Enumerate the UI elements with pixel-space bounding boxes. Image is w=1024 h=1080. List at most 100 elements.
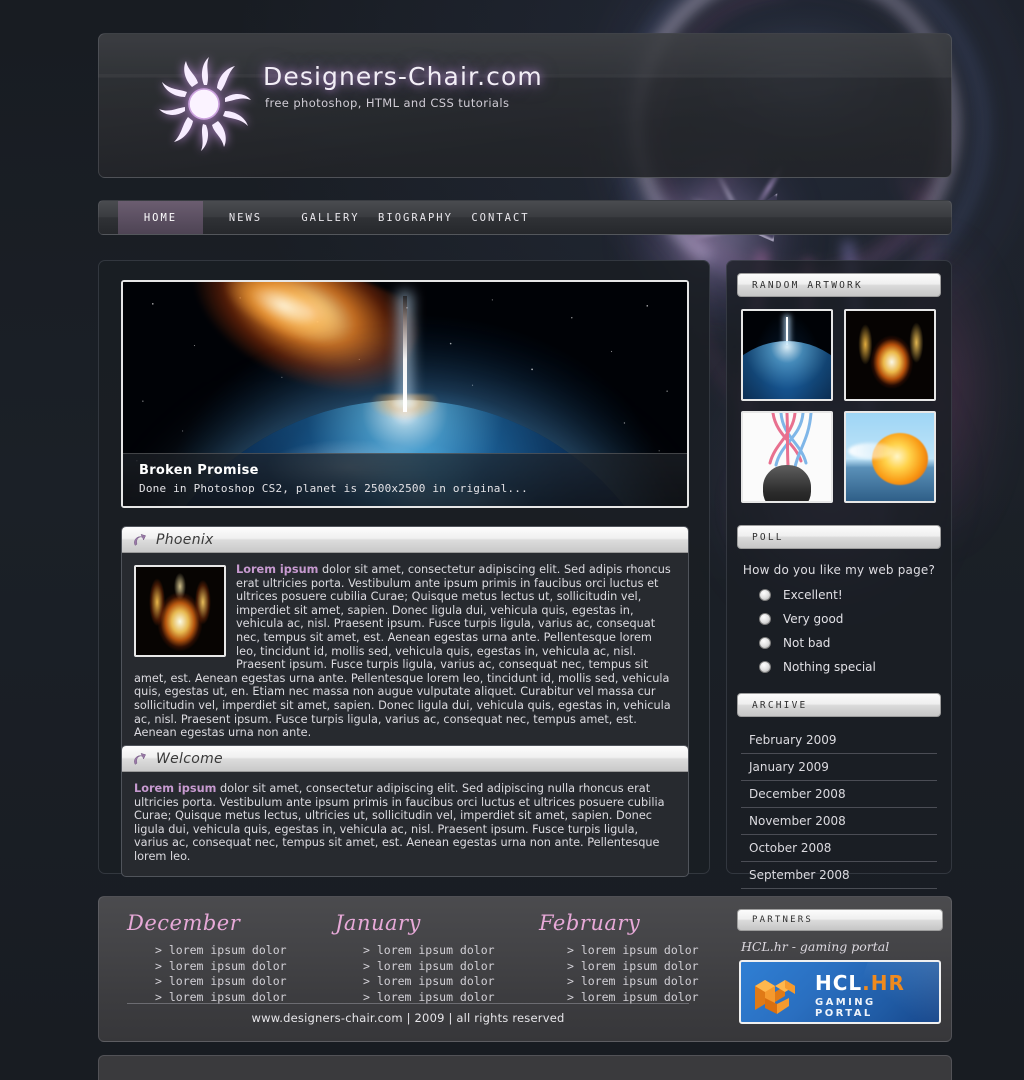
radio-icon[interactable] bbox=[759, 661, 771, 673]
footer-column-december: December > lorem ipsum dolor > lorem ips… bbox=[127, 911, 327, 1005]
footer-link[interactable]: > lorem ipsum dolor bbox=[567, 943, 739, 959]
hero-artwork[interactable]: Broken Promise Done in Photoshop CS2, pl… bbox=[121, 280, 689, 508]
random-artwork-grid bbox=[727, 297, 951, 509]
poll-option-label: Very good bbox=[783, 612, 844, 626]
archive-item[interactable]: January 2009 bbox=[741, 754, 937, 781]
radio-icon[interactable] bbox=[759, 637, 771, 649]
footer-link[interactable]: > lorem ipsum dolor bbox=[363, 943, 535, 959]
footer-link[interactable]: > lorem ipsum dolor bbox=[155, 959, 327, 975]
archive-item[interactable]: November 2008 bbox=[741, 808, 937, 835]
post-welcome-title: Welcome bbox=[156, 750, 223, 767]
banner-tld: .HR bbox=[862, 971, 905, 995]
poll-option-label: Nothing special bbox=[783, 660, 876, 674]
partners-heading: PARTNERS bbox=[737, 909, 943, 931]
footer-link[interactable]: > lorem ipsum dolor bbox=[567, 974, 739, 990]
post-phoenix-title: Phoenix bbox=[156, 531, 214, 548]
footer-column-february: February > lorem ipsum dolor > lorem ips… bbox=[539, 911, 739, 1005]
poll-option-nothing-special[interactable]: Nothing special bbox=[727, 655, 951, 679]
post-phoenix-body: Lorem ipsum dolor sit amet, consectetur … bbox=[122, 553, 688, 752]
site-tagline: free photoshop, HTML and CSS tutorials bbox=[265, 96, 510, 110]
banner-subtitle: GAMING PORTAL bbox=[815, 997, 876, 1019]
artwork-planet-body bbox=[743, 340, 831, 399]
poll-option-label: Not bad bbox=[783, 636, 831, 650]
footer-month-title: December bbox=[127, 911, 241, 935]
footer-link[interactable]: > lorem ipsum dolor bbox=[567, 959, 739, 975]
banner-title: HCL.HR bbox=[815, 973, 939, 994]
below-fold-panel bbox=[98, 1055, 952, 1080]
post-phoenix-lead: Lorem ipsum bbox=[236, 563, 319, 576]
curved-arrow-icon bbox=[134, 533, 146, 546]
footer-month-title: February bbox=[539, 911, 641, 935]
hero-beam bbox=[403, 296, 407, 412]
site-title: Designers-Chair.com bbox=[263, 62, 543, 91]
footer-link-list: > lorem ipsum dolor > lorem ipsum dolor … bbox=[155, 943, 327, 1005]
post-phoenix-thumbnail[interactable] bbox=[134, 565, 226, 657]
footer-month-title: January bbox=[335, 911, 421, 935]
phoenix-fire-image bbox=[136, 567, 224, 655]
footer-link-list: > lorem ipsum dolor > lorem ipsum dolor … bbox=[567, 943, 739, 1005]
post-phoenix-header: Phoenix bbox=[122, 527, 688, 553]
sidebar: RANDOM ARTWORK POLL How do you like my w… bbox=[726, 260, 952, 889]
artwork-jet-trail bbox=[848, 443, 894, 459]
archive-item[interactable]: September 2008 bbox=[741, 862, 937, 889]
partner-banner-hcl[interactable]: HCL.HR GAMING PORTAL bbox=[739, 960, 941, 1024]
artwork-phoenix-image bbox=[846, 311, 934, 399]
artwork-planet-image bbox=[743, 311, 831, 399]
curved-arrow-icon bbox=[134, 752, 146, 765]
footer-divider bbox=[127, 1003, 689, 1004]
radio-icon[interactable] bbox=[759, 589, 771, 601]
post-welcome-lead: Lorem ipsum bbox=[134, 782, 217, 795]
banner-name: HCL bbox=[815, 971, 863, 995]
archive-heading: ARCHIVE bbox=[737, 693, 941, 717]
nav-item-biography[interactable]: BIOGRAPHY bbox=[373, 201, 458, 234]
site-header: Designers-Chair.com free photoshop, HTML… bbox=[98, 33, 952, 178]
nav-item-gallery[interactable]: GALLERY bbox=[288, 201, 373, 234]
footer-link[interactable]: > lorem ipsum dolor bbox=[363, 974, 535, 990]
partners-section: PARTNERS HCL.hr - gaming portal HCL.HR G… bbox=[727, 897, 951, 1041]
footer-link[interactable]: > lorem ipsum dolor bbox=[363, 959, 535, 975]
footer-link[interactable]: > lorem ipsum dolor bbox=[155, 974, 327, 990]
post-phoenix: Phoenix Lorem ipsum dolor sit amet, cons… bbox=[121, 526, 689, 753]
poll-option-very-good[interactable]: Very good bbox=[727, 607, 951, 631]
hero-description: Done in Photoshop CS2, planet is 2500x25… bbox=[139, 482, 528, 495]
main-content-panel: Broken Promise Done in Photoshop CS2, pl… bbox=[98, 260, 710, 877]
artwork-head-image bbox=[743, 413, 831, 501]
post-welcome-body: Lorem ipsum dolor sit amet, consectetur … bbox=[122, 772, 688, 876]
poll-heading: POLL bbox=[737, 525, 941, 549]
radio-icon[interactable] bbox=[759, 613, 771, 625]
artwork-thumb-planet[interactable] bbox=[741, 309, 833, 401]
footer-link-list: > lorem ipsum dolor > lorem ipsum dolor … bbox=[363, 943, 535, 1005]
poll-options: Excellent! Very good Not bad Nothing spe… bbox=[727, 583, 951, 679]
hero-caption: Broken Promise Done in Photoshop CS2, pl… bbox=[123, 453, 687, 506]
poll-question: How do you like my web page? bbox=[742, 563, 936, 577]
partners-subtitle: HCL.hr - gaming portal bbox=[741, 939, 890, 954]
footer-copyright: www.designers-chair.com | 2009 | all rig… bbox=[251, 1011, 565, 1025]
nav-item-home[interactable]: HOME bbox=[118, 201, 203, 234]
footer-columns: December > lorem ipsum dolor > lorem ips… bbox=[99, 897, 717, 1041]
archive-item[interactable]: February 2009 bbox=[741, 727, 937, 754]
nav-item-news[interactable]: NEWS bbox=[203, 201, 288, 234]
footer-link[interactable]: > lorem ipsum dolor bbox=[155, 943, 327, 959]
hero-title: Broken Promise bbox=[139, 463, 259, 478]
hcl-logo-icon bbox=[755, 980, 795, 1014]
nav-item-contact[interactable]: CONTACT bbox=[458, 201, 543, 234]
artwork-thumb-fireball[interactable] bbox=[844, 411, 936, 503]
archive-list: February 2009 January 2009 December 2008… bbox=[727, 717, 951, 889]
post-welcome-header: Welcome bbox=[122, 746, 688, 772]
artwork-thumb-phoenix[interactable] bbox=[844, 309, 936, 401]
sun-icon bbox=[159, 57, 251, 151]
banner-text: HCL.HR GAMING PORTAL bbox=[815, 973, 939, 1020]
random-artwork-heading: RANDOM ARTWORK bbox=[737, 273, 941, 297]
post-welcome: Welcome Lorem ipsum dolor sit amet, cons… bbox=[121, 745, 689, 877]
artwork-fireball bbox=[872, 433, 928, 485]
main-navigation: HOME NEWS GALLERY BIOGRAPHY CONTACT bbox=[98, 200, 952, 235]
artwork-thumb-head[interactable] bbox=[741, 411, 833, 503]
footer-column-january: January > lorem ipsum dolor > lorem ipsu… bbox=[335, 911, 535, 1005]
artwork-head-silhouette bbox=[763, 465, 811, 501]
site-footer: December > lorem ipsum dolor > lorem ips… bbox=[98, 896, 952, 1042]
poll-option-label: Excellent! bbox=[783, 588, 843, 602]
poll-option-excellent[interactable]: Excellent! bbox=[727, 583, 951, 607]
poll-option-not-bad[interactable]: Not bad bbox=[727, 631, 951, 655]
archive-item[interactable]: October 2008 bbox=[741, 835, 937, 862]
archive-item[interactable]: December 2008 bbox=[741, 781, 937, 808]
